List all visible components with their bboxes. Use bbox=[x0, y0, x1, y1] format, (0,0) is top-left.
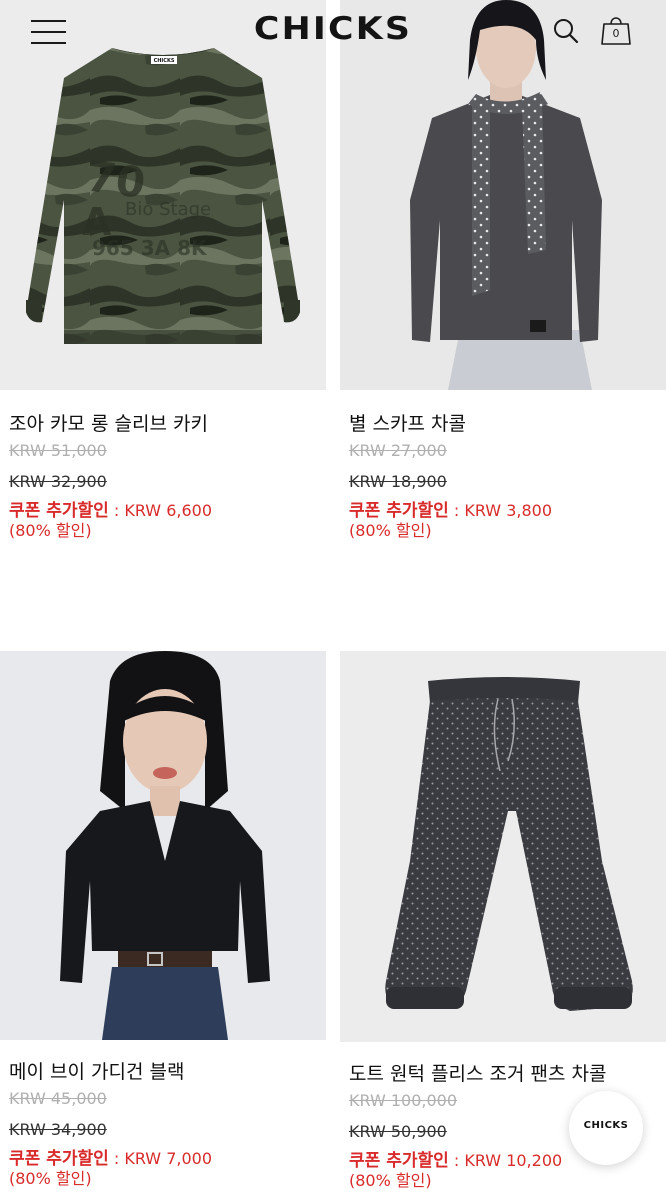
floating-logo-label: CHICKS bbox=[583, 1120, 629, 1131]
coupon-label: 쿠폰 추가할인 bbox=[9, 501, 109, 521]
svg-text:965 3A 8K: 965 3A 8K bbox=[92, 236, 208, 260]
coupon-amount: : KRW 3,800 bbox=[448, 501, 552, 520]
product-name[interactable]: 도트 원턱 플리스 조거 팬츠 차콜 bbox=[349, 1062, 658, 1086]
product-image[interactable] bbox=[0, 651, 326, 1040]
original-price: KRW 27,000 bbox=[349, 441, 447, 460]
discount-percent: (80% 할인) bbox=[349, 1171, 432, 1190]
svg-text:Bio Stage: Bio Stage bbox=[125, 199, 211, 220]
sale-price: KRW 34,900 bbox=[9, 1120, 107, 1139]
product-list-page: CHICKS 0 CHICKS 70 A Bio Stage 965 3A 8K… bbox=[0, 0, 666, 1200]
product-card[interactable]: CHICKS 70 A Bio Stage 965 3A 8K 조아 카모 롱 … bbox=[0, 0, 326, 541]
coupon-price: 쿠폰 추가할인 : KRW 6,600 bbox=[9, 501, 318, 521]
original-price: KRW 51,000 bbox=[9, 441, 107, 460]
product-image[interactable] bbox=[340, 651, 666, 1042]
product-info: 별 스카프 차콜 KRW 27,000 KRW 18,900 쿠폰 추가할인 :… bbox=[340, 412, 666, 541]
product-card[interactable]: 별 스카프 차콜 KRW 27,000 KRW 18,900 쿠폰 추가할인 :… bbox=[340, 0, 666, 541]
coupon-amount: : KRW 6,600 bbox=[108, 501, 212, 520]
site-header: CHICKS 0 bbox=[0, 0, 666, 64]
shopping-bag-icon[interactable]: 0 bbox=[600, 14, 632, 46]
discount-percent: (80% 할인) bbox=[349, 521, 432, 540]
product-name[interactable]: 별 스카프 차콜 bbox=[349, 412, 658, 436]
search-icon[interactable] bbox=[553, 18, 579, 44]
product-name[interactable]: 조아 카모 롱 슬리브 카키 bbox=[9, 412, 318, 436]
discount-percent: (80% 할인) bbox=[9, 1169, 92, 1188]
discount-percent: (80% 할인) bbox=[9, 521, 92, 540]
product-name[interactable]: 메이 브이 가디건 블랙 bbox=[9, 1060, 318, 1084]
product-info: 메이 브이 가디건 블랙 KRW 45,000 KRW 34,900 쿠폰 추가… bbox=[0, 1060, 326, 1189]
site-logo[interactable]: CHICKS bbox=[211, 12, 455, 46]
coupon-price: 쿠폰 추가할인 : KRW 7,000 bbox=[9, 1149, 318, 1169]
hamburger-menu-icon[interactable] bbox=[31, 20, 67, 46]
product-card[interactable]: 메이 브이 가디건 블랙 KRW 45,000 KRW 34,900 쿠폰 추가… bbox=[0, 651, 326, 1189]
coupon-label: 쿠폰 추가할인 bbox=[349, 1151, 449, 1171]
original-price: KRW 45,000 bbox=[9, 1089, 107, 1108]
coupon-price: 쿠폰 추가할인 : KRW 3,800 bbox=[349, 501, 658, 521]
coupon-amount: : KRW 7,000 bbox=[108, 1149, 212, 1168]
coupon-amount: : KRW 10,200 bbox=[448, 1151, 563, 1170]
cart-count-badge: 0 bbox=[612, 27, 620, 40]
coupon-label: 쿠폰 추가할인 bbox=[349, 501, 449, 521]
product-info: 조아 카모 롱 슬리브 카키 KRW 51,000 KRW 32,900 쿠폰 … bbox=[0, 412, 326, 541]
floating-logo-button[interactable]: CHICKS bbox=[569, 1091, 643, 1165]
sale-price: KRW 32,900 bbox=[9, 472, 107, 491]
coupon-label: 쿠폰 추가할인 bbox=[9, 1149, 109, 1169]
sale-price: KRW 18,900 bbox=[349, 472, 447, 491]
